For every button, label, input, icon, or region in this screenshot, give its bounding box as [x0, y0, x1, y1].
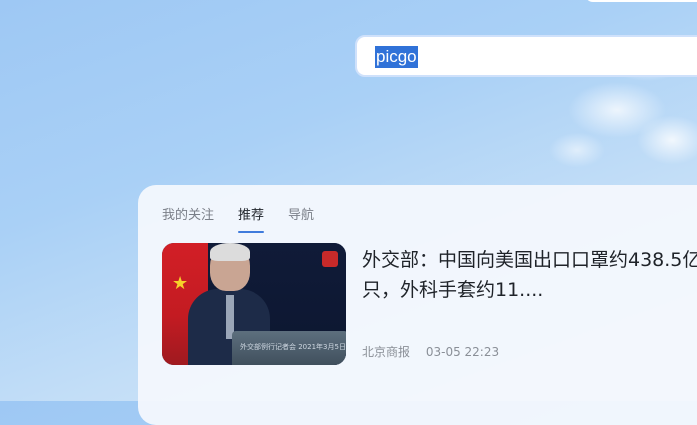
emblem-icon — [322, 251, 338, 267]
tab-recommended[interactable]: 推荐 — [238, 207, 265, 233]
flag-star-icon: ★ — [172, 273, 189, 294]
tab-following[interactable]: 我的关注 — [162, 207, 214, 229]
top-bar-edge — [585, 0, 697, 2]
article-thumbnail[interactable]: ★ 外交部例行记者会 2021年3月5日 — [162, 243, 346, 365]
news-feed-card: 我的关注 推荐 导航 ★ 外交部例行记者会 2021年3月5日 外交部：中国向美… — [138, 185, 697, 425]
article-meta: 北京商报 03-05 22:23 — [362, 343, 499, 360]
thumbnail-caption: 外交部例行记者会 2021年3月5日 — [240, 343, 346, 351]
frosted-tree-background — [497, 0, 697, 210]
search-box[interactable]: picgo — [355, 35, 697, 77]
article-time: 03-05 22:23 — [425, 345, 500, 359]
search-input[interactable]: picgo — [375, 46, 418, 68]
article-source: 北京商报 — [362, 345, 411, 359]
feed-tabs: 我的关注 推荐 导航 — [162, 207, 314, 233]
tab-navigation[interactable]: 导航 — [288, 207, 314, 229]
speaker-hair — [210, 243, 250, 261]
article-title[interactable]: 外交部：中国向美国出口口罩约438.5亿只，外科手套约11.... — [362, 245, 697, 305]
